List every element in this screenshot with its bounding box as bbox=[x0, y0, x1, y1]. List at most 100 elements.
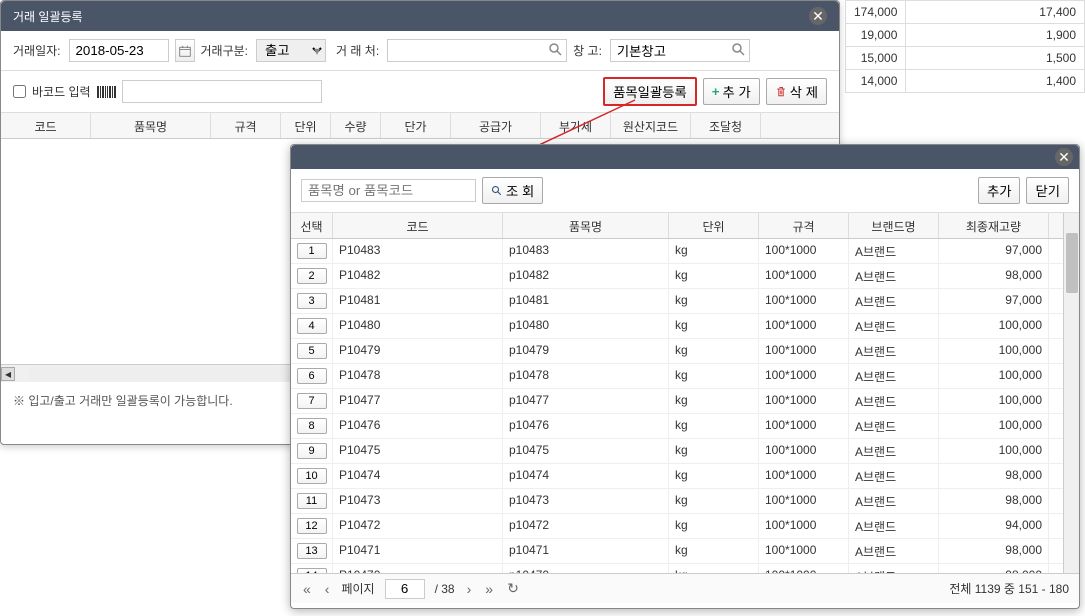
vendor-label: 거 래 처: bbox=[336, 42, 379, 59]
col-spec-header: 규격 bbox=[211, 113, 281, 138]
cell-brand: A브랜드 bbox=[849, 539, 939, 563]
pcol-name-header: 품목명 bbox=[503, 213, 669, 238]
table-row[interactable]: 10P10474p10474kg100*1000A브랜드98,000 bbox=[291, 464, 1063, 489]
cell-brand: A브랜드 bbox=[849, 364, 939, 388]
first-page-icon[interactable]: « bbox=[301, 581, 313, 597]
table-row[interactable]: 3P10481p10481kg100*1000A브랜드97,000 bbox=[291, 289, 1063, 314]
barcode-checkbox[interactable] bbox=[13, 85, 26, 98]
table-row[interactable]: 2P10482p10482kg100*1000A브랜드98,000 bbox=[291, 264, 1063, 289]
cell: 19,000 bbox=[846, 24, 906, 47]
calendar-icon[interactable] bbox=[175, 39, 195, 62]
page-input[interactable] bbox=[385, 579, 425, 599]
barcode-input[interactable] bbox=[122, 80, 322, 103]
select-row-button[interactable]: 12 bbox=[297, 518, 327, 534]
cell-code: P10477 bbox=[333, 389, 503, 413]
cell-stock: 100,000 bbox=[939, 414, 1049, 438]
col-supply-header: 공급가 bbox=[451, 113, 541, 138]
dialog-header[interactable]: 거래 일괄등록 ✕ bbox=[1, 1, 839, 31]
vertical-scrollbar[interactable] bbox=[1063, 213, 1079, 573]
table-row[interactable]: 8P10476p10476kg100*1000A브랜드100,000 bbox=[291, 414, 1063, 439]
search-button[interactable]: 조 회 bbox=[482, 177, 543, 204]
col-name-header: 품목명 bbox=[91, 113, 211, 138]
table-row[interactable]: 11P10473p10473kg100*1000A브랜드98,000 bbox=[291, 489, 1063, 514]
cell-brand: A브랜드 bbox=[849, 489, 939, 513]
select-row-button[interactable]: 11 bbox=[297, 493, 327, 509]
table-row[interactable]: 5P10479p10479kg100*1000A브랜드100,000 bbox=[291, 339, 1063, 364]
search-icon bbox=[491, 185, 503, 197]
cell-unit: kg bbox=[669, 314, 759, 338]
cell-spec: 100*1000 bbox=[759, 239, 849, 263]
table-row[interactable]: 14P10470p10470kg100*1000A브랜드98,000 bbox=[291, 564, 1063, 573]
delete-button[interactable]: 삭 제 bbox=[766, 78, 827, 105]
refresh-icon[interactable]: ↻ bbox=[505, 580, 521, 597]
select-row-button[interactable]: 3 bbox=[297, 293, 327, 309]
select-row-button[interactable]: 6 bbox=[297, 368, 327, 384]
cell-name: p10471 bbox=[503, 539, 669, 563]
trash-icon bbox=[775, 86, 787, 98]
select-row-button[interactable]: 8 bbox=[297, 418, 327, 434]
close-icon[interactable]: ✕ bbox=[1055, 148, 1073, 166]
cell-spec: 100*1000 bbox=[759, 364, 849, 388]
table-row[interactable]: 7P10477p10477kg100*1000A브랜드100,000 bbox=[291, 389, 1063, 414]
col-price-header: 단가 bbox=[381, 113, 451, 138]
search-icon[interactable] bbox=[731, 42, 747, 58]
select-row-button[interactable]: 10 bbox=[297, 468, 327, 484]
popup-grid: 선택 코드 품목명 단위 규격 브랜드명 최종재고량 1P10483p10483… bbox=[291, 213, 1079, 573]
table-row[interactable]: 13P10471p10471kg100*1000A브랜드98,000 bbox=[291, 539, 1063, 564]
popup-add-button[interactable]: 추가 bbox=[978, 177, 1021, 204]
pcol-stock-header: 최종재고량 bbox=[939, 213, 1049, 238]
type-select[interactable]: 출고 bbox=[256, 39, 326, 62]
cell-unit: kg bbox=[669, 339, 759, 363]
item-search-input[interactable] bbox=[301, 179, 476, 202]
cell-stock: 100,000 bbox=[939, 364, 1049, 388]
dialog-toolbar: 거래일자: 거래구분: 출고 ▾ 거 래 처: 창 고: bbox=[1, 31, 839, 71]
add-button[interactable]: + 추 가 bbox=[703, 78, 760, 105]
table-row[interactable]: 9P10475p10475kg100*1000A브랜드100,000 bbox=[291, 439, 1063, 464]
cell-spec: 100*1000 bbox=[759, 264, 849, 288]
cell-unit: kg bbox=[669, 239, 759, 263]
cell-unit: kg bbox=[669, 514, 759, 538]
col-code-header: 코드 bbox=[1, 113, 91, 138]
popup-header[interactable]: ✕ bbox=[291, 145, 1079, 169]
dialog-toolbar-secondary: 바코드 입력 품목일괄등록 + 추 가 삭 제 bbox=[1, 71, 839, 113]
popup-grid-body[interactable]: 1P10483p10483kg100*1000A브랜드97,0002P10482… bbox=[291, 239, 1063, 573]
prev-page-icon[interactable]: ‹ bbox=[323, 581, 332, 597]
cell-code: P10478 bbox=[333, 364, 503, 388]
cell-spec: 100*1000 bbox=[759, 439, 849, 463]
scroll-thumb[interactable] bbox=[1066, 233, 1078, 293]
search-icon[interactable] bbox=[548, 42, 564, 58]
select-row-button[interactable]: 5 bbox=[297, 343, 327, 359]
select-row-button[interactable]: 2 bbox=[297, 268, 327, 284]
cell-name: p10470 bbox=[503, 564, 669, 573]
select-row-button[interactable]: 13 bbox=[297, 543, 327, 559]
cell-stock: 98,000 bbox=[939, 539, 1049, 563]
select-row-button[interactable]: 14 bbox=[297, 568, 327, 573]
col-proc-header: 조달청 bbox=[691, 113, 761, 138]
cell-stock: 97,000 bbox=[939, 239, 1049, 263]
warehouse-input[interactable] bbox=[610, 39, 750, 62]
table-row[interactable]: 6P10478p10478kg100*1000A브랜드100,000 bbox=[291, 364, 1063, 389]
cell-name: p10479 bbox=[503, 339, 669, 363]
table-row: 14,0001,400 bbox=[846, 70, 1085, 93]
bulk-register-button[interactable]: 품목일괄등록 bbox=[603, 77, 697, 106]
cell-stock: 98,000 bbox=[939, 464, 1049, 488]
scroll-left-icon[interactable]: ◂ bbox=[1, 367, 15, 381]
select-row-button[interactable]: 1 bbox=[297, 243, 327, 259]
cell-brand: A브랜드 bbox=[849, 464, 939, 488]
vendor-input[interactable] bbox=[387, 39, 567, 62]
popup-close-button[interactable]: 닫기 bbox=[1026, 177, 1069, 204]
table-row[interactable]: 4P10480p10480kg100*1000A브랜드100,000 bbox=[291, 314, 1063, 339]
table-row[interactable]: 12P10472p10472kg100*1000A브랜드94,000 bbox=[291, 514, 1063, 539]
table-row[interactable]: 1P10483p10483kg100*1000A브랜드97,000 bbox=[291, 239, 1063, 264]
select-row-button[interactable]: 9 bbox=[297, 443, 327, 459]
date-input[interactable] bbox=[69, 39, 169, 62]
cell-brand: A브랜드 bbox=[849, 564, 939, 573]
select-row-button[interactable]: 4 bbox=[297, 318, 327, 334]
select-row-button[interactable]: 7 bbox=[297, 393, 327, 409]
cell-name: p10483 bbox=[503, 239, 669, 263]
last-page-icon[interactable]: » bbox=[483, 581, 495, 597]
cell: 1,500 bbox=[906, 47, 1085, 70]
close-icon[interactable]: ✕ bbox=[809, 7, 827, 25]
plus-icon: + bbox=[712, 84, 720, 99]
next-page-icon[interactable]: › bbox=[465, 581, 474, 597]
